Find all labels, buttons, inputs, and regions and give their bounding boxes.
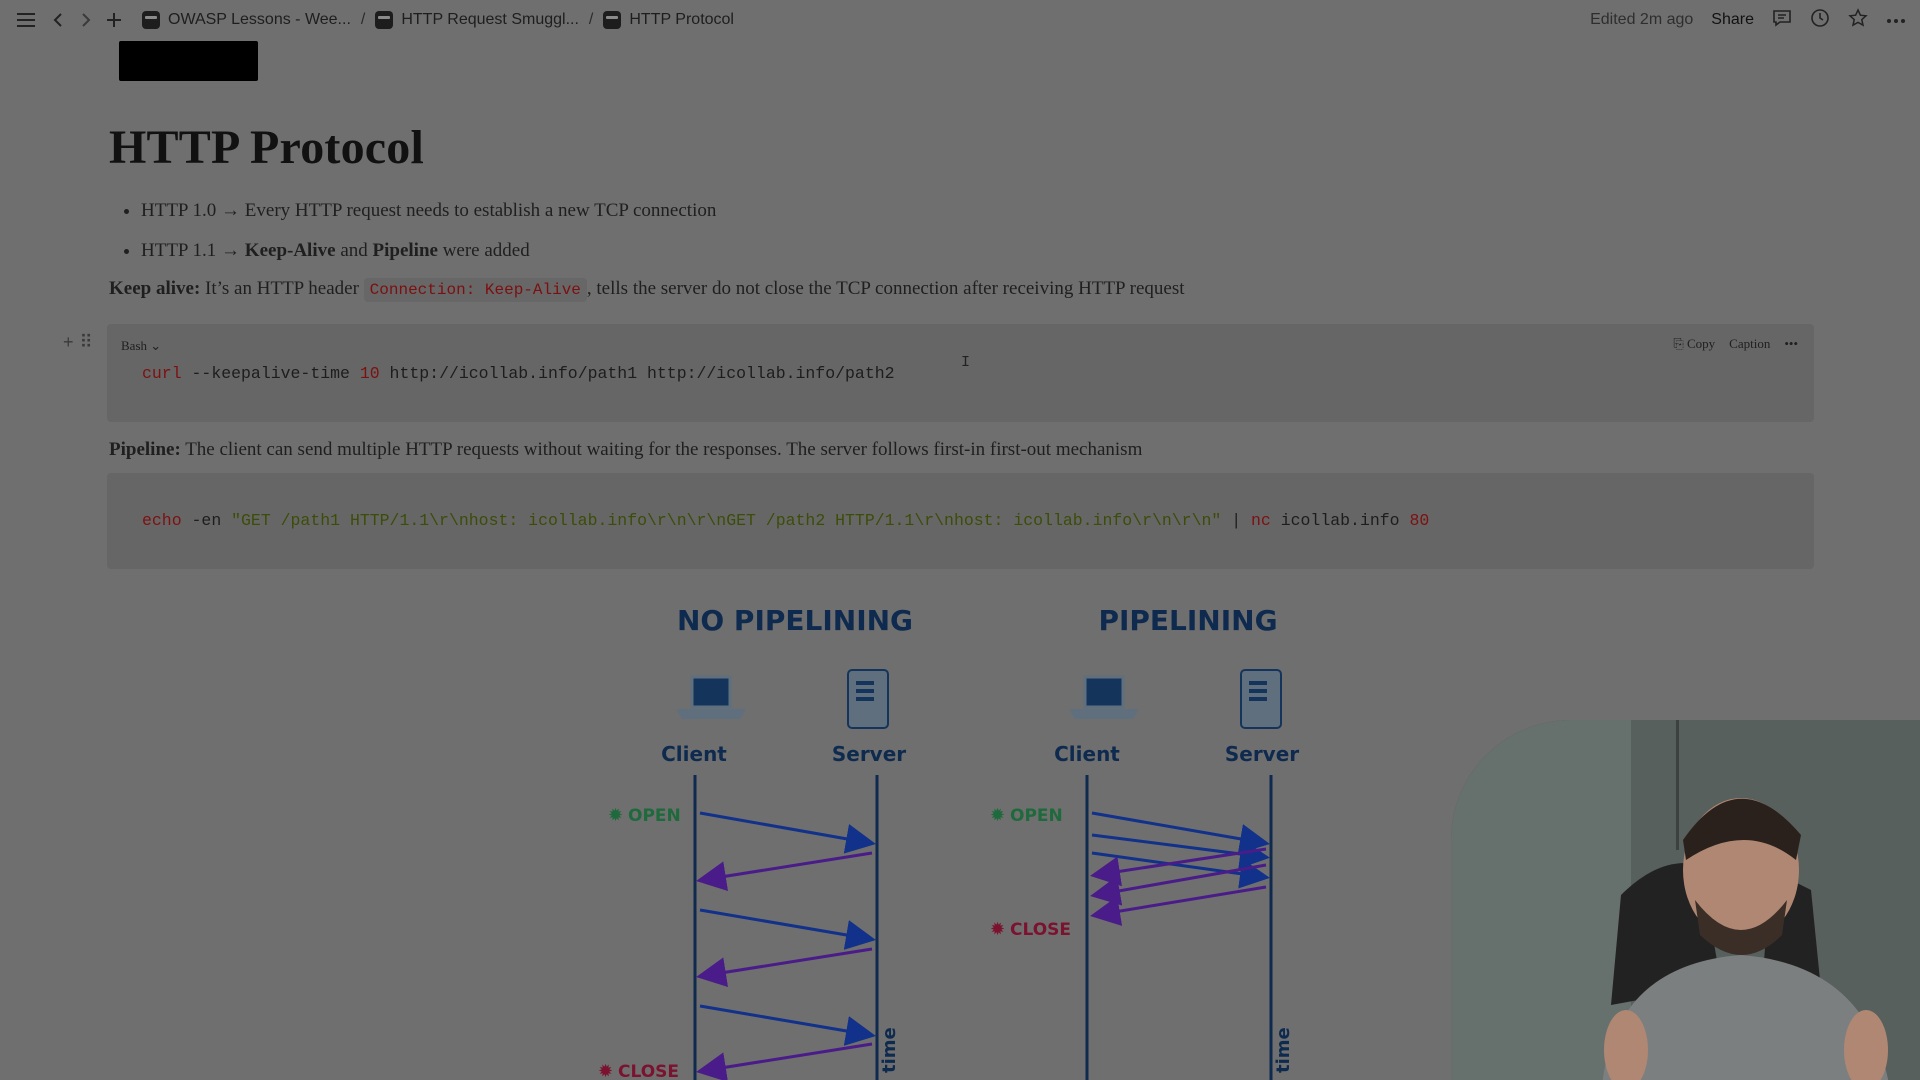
client-label: Client [1054,742,1120,766]
topbar-actions: Edited 2m ago Share [1590,0,1906,40]
top-bar: OWASP Lessons - Wee... / HTTP Request Sm… [0,0,1920,40]
pipelining-title: PIPELINING [1098,604,1277,637]
response-arrow [696,1042,873,1080]
list-item: HTTP 1.0 → Every HTTP request needs to e… [141,191,1819,231]
no-pipelining-title: NO PIPELINING [677,604,913,637]
close-sun-icon: ✹ [598,1061,613,1080]
list-item: HTTP 1.1 → Keep-Alive and Pipeline were … [141,231,1819,271]
chevron-down-icon: ⌄ [150,338,162,353]
open-label: OPEN [1010,806,1063,826]
more-options-icon[interactable] [1886,11,1906,29]
keepalive-paragraph: Keep alive: It’s an HTTP header Connecti… [109,273,1819,306]
diagram-svg: NO PIPELINING PIPELINING Client Server C… [598,604,1299,1080]
page-icon [603,11,622,29]
close-sun-icon: ✹ [990,919,1005,940]
laptop-icon [1069,675,1139,719]
code-line: curl --keepalive-time 10 http://icollab.… [142,364,895,383]
breadcrumb-item[interactable]: HTTP Protocol [597,11,740,29]
breadcrumb: OWASP Lessons - Wee... / HTTP Request Sm… [136,11,740,29]
page-content: HTTP Protocol HTTP 1.0 → Every HTTP requ… [109,120,1819,306]
pipeline-section: Pipeline: The client can send multiple H… [109,432,1819,466]
response-arrow [1090,847,1267,887]
breadcrumb-separator: / [588,11,594,28]
time-axis-label: time [1273,1027,1294,1073]
breadcrumb-separator: / [360,11,366,28]
new-page-icon[interactable] [100,6,128,34]
copy-icon: ⎘ [1673,336,1684,351]
laptop-icon [676,675,746,719]
drag-handle-icon[interactable]: ⠿ [80,332,93,353]
request-arrow [699,908,876,950]
request-arrow [699,1004,876,1046]
code-line: echo -en "GET /path1 HTTP/1.1\r\nhost: i… [142,511,1430,530]
forward-icon[interactable] [72,6,100,34]
favorite-star-icon[interactable] [1848,7,1868,33]
code-block[interactable]: Bash ⌄ ⎘ Copy Caption ••• curl --keepali… [107,324,1814,422]
open-sun-icon: ✹ [990,805,1005,826]
share-button[interactable]: Share [1711,11,1754,29]
code-block-tools: ⎘ Copy Caption ••• [1673,336,1798,352]
inline-code: Connection: Keep-Alive [363,278,587,302]
history-icon[interactable] [1810,8,1830,33]
redaction-block [119,41,258,81]
server-icon [847,669,889,729]
page-icon [142,11,160,29]
client-label: Client [661,742,727,766]
page-icon [375,11,394,29]
request-arrow [1091,851,1270,889]
server-label: Server [1225,742,1299,766]
page-title: HTTP Protocol [109,121,425,174]
back-icon[interactable] [44,6,72,34]
breadcrumb-item[interactable]: HTTP Request Smuggl... [369,11,585,29]
time-axis-label: time [879,1027,900,1073]
add-block-icon[interactable]: + [63,332,74,353]
close-label: CLOSE [1010,920,1071,940]
breadcrumb-item[interactable]: OWASP Lessons - Wee... [136,11,357,29]
request-arrow [699,811,876,854]
pipelining-diagram: NO PIPELINING PIPELINING Client Server C… [590,595,1350,1080]
sidebar-menu-icon[interactable] [12,6,40,34]
edited-status: Edited 2m ago [1590,11,1694,28]
response-arrow [696,851,873,892]
language-selector[interactable]: Bash ⌄ [121,338,161,354]
server-icon [1240,669,1282,729]
pipeline-paragraph: Pipeline: The client can send multiple H… [109,439,1143,460]
presenter-image [1451,720,1920,1080]
code-block[interactable]: echo -en "GET /path1 HTTP/1.1\r\nhost: i… [107,473,1814,569]
block-handle[interactable]: + ⠿ [63,332,93,353]
text-cursor-icon: I [961,354,971,371]
response-arrow [696,947,873,988]
open-sun-icon: ✹ [608,805,623,826]
caption-button[interactable]: Caption [1729,336,1770,352]
open-label: OPEN [628,806,681,826]
bullet-list: HTTP 1.0 → Every HTTP request needs to e… [141,191,1819,271]
comments-icon[interactable] [1772,9,1792,32]
server-label: Server [832,742,906,766]
close-label: CLOSE [618,1062,679,1080]
copy-button[interactable]: ⎘ Copy [1673,336,1715,352]
more-options-icon[interactable]: ••• [1784,336,1798,352]
webcam-overlay [1451,720,1920,1080]
